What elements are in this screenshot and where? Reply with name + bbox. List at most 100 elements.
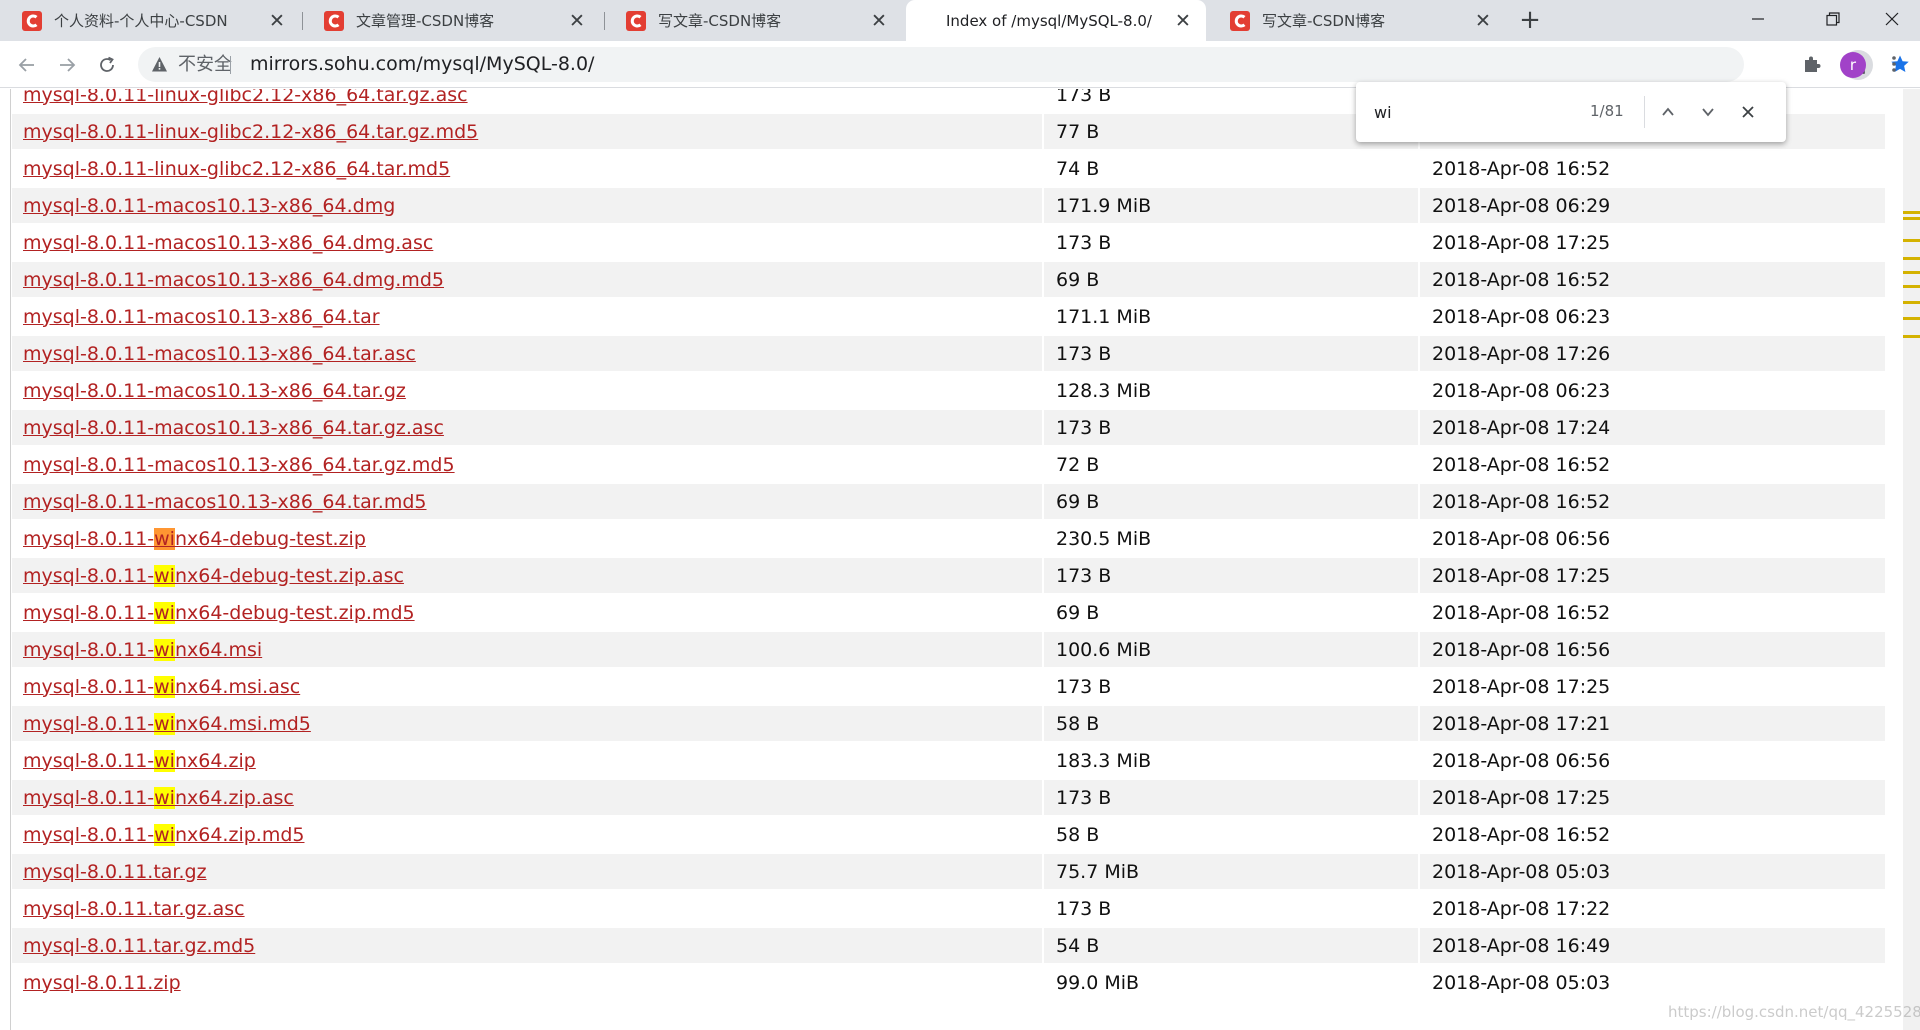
back-button[interactable] bbox=[13, 51, 41, 79]
file-link[interactable]: mysql-8.0.11.zip bbox=[23, 972, 181, 994]
file-date-cell: 2018-Apr-08 17:24 bbox=[1420, 410, 1885, 445]
file-size-cell: 171.9 MiB bbox=[1044, 188, 1418, 223]
page-scrollbar[interactable] bbox=[1903, 89, 1920, 1030]
close-window-button[interactable] bbox=[1860, 0, 1920, 38]
file-name-suffix: nx64.msi.md5 bbox=[174, 712, 311, 735]
tab-1[interactable]: 文章管理-CSDN博客 ✕ bbox=[302, 0, 600, 41]
page-content: mysql-8.0.11-linux-glibc2.12-x86_64.tar.… bbox=[0, 89, 1903, 1030]
file-link[interactable]: mysql-8.0.11-winx64-debug-test.zip.md5 bbox=[23, 601, 415, 624]
file-name-suffix: nx64.msi.asc bbox=[174, 675, 301, 698]
file-link[interactable]: mysql-8.0.11-winx64.msi bbox=[23, 638, 262, 661]
file-link[interactable]: mysql-8.0.11-winx64-debug-test.zip.asc bbox=[23, 564, 404, 587]
file-link[interactable]: mysql-8.0.11-winx64.msi.md5 bbox=[23, 712, 311, 735]
file-name-cell: mysql-8.0.11-macos10.13-x86_64.dmg.md5 bbox=[12, 262, 1042, 297]
table-row: mysql-8.0.11-macos10.13-x86_64.tar.gz.md… bbox=[12, 447, 1885, 482]
file-link[interactable]: mysql-8.0.11-linux-glibc2.12-x86_64.tar.… bbox=[23, 89, 468, 106]
file-link[interactable]: mysql-8.0.11-linux-glibc2.12-x86_64.tar.… bbox=[23, 121, 478, 143]
tab-0[interactable]: 个人资料-个人中心-CSDN ✕ bbox=[0, 0, 300, 41]
file-date-cell: 2018-Apr-08 17:21 bbox=[1420, 706, 1885, 741]
find-match-marker bbox=[1903, 257, 1920, 260]
file-name-prefix: mysql-8.0.11-linux-glibc2.12-x86_64.tar.… bbox=[23, 120, 479, 143]
table-row: mysql-8.0.11-macos10.13-x86_64.tar.md5 69… bbox=[12, 484, 1885, 519]
file-size-cell: 173 B bbox=[1056, 675, 1112, 698]
file-date-cell: 2018-Apr-08 17:25 bbox=[1420, 780, 1885, 815]
file-link[interactable]: mysql-8.0.11.tar.gz.md5 bbox=[23, 935, 255, 957]
file-link[interactable]: mysql-8.0.11-macos10.13-x86_64.tar.gz.as… bbox=[23, 417, 444, 439]
restore-button[interactable] bbox=[1801, 0, 1865, 38]
file-name-cell: mysql-8.0.11-macos10.13-x86_64.tar.md5 bbox=[12, 484, 1042, 519]
find-bar: 1/81 bbox=[1356, 82, 1786, 142]
file-link[interactable]: mysql-8.0.11-winx64.zip.asc bbox=[23, 786, 294, 809]
file-link[interactable]: mysql-8.0.11-macos10.13-x86_64.tar.md5 bbox=[23, 491, 427, 513]
table-row: mysql-8.0.11-macos10.13-x86_64.dmg.asc 17… bbox=[12, 225, 1885, 260]
browser-menu-button[interactable] bbox=[1880, 50, 1908, 78]
tab-close-icon[interactable]: ✕ bbox=[1472, 10, 1494, 32]
tab-close-icon[interactable]: ✕ bbox=[868, 10, 890, 32]
minimize-button[interactable] bbox=[1726, 0, 1790, 38]
file-link[interactable]: mysql-8.0.11-macos10.13-x86_64.tar.asc bbox=[23, 343, 416, 365]
file-name-prefix: mysql-8.0.11.tar.gz.asc bbox=[23, 897, 245, 920]
tab-close-icon[interactable]: ✕ bbox=[1172, 10, 1194, 32]
restore-icon bbox=[1826, 12, 1840, 26]
security-separator bbox=[230, 56, 231, 74]
tab-3[interactable]: Index of /mysql/MySQL-8.0/ ✕ bbox=[906, 0, 1206, 41]
tab-4[interactable]: 写文章-CSDN博客 ✕ bbox=[1208, 0, 1506, 41]
address-bar[interactable]: 不安全 mirrors.sohu.com/mysql/MySQL-8.0/ bbox=[138, 47, 1909, 82]
tab-close-icon[interactable]: ✕ bbox=[266, 10, 288, 32]
file-link[interactable]: mysql-8.0.11-macos10.13-x86_64.dmg bbox=[23, 195, 395, 217]
file-size-cell: 173 B bbox=[1044, 558, 1418, 593]
profile-avatar[interactable]: r bbox=[1840, 52, 1866, 78]
file-name-prefix: mysql-8.0.11- bbox=[23, 749, 155, 772]
file-link[interactable]: mysql-8.0.11.tar.gz bbox=[23, 861, 207, 883]
file-date-cell: 2018-Apr-08 16:49 bbox=[1420, 928, 1885, 963]
file-name-suffix: nx64-debug-test.zip.md5 bbox=[174, 601, 415, 624]
file-size-cell: 100.6 MiB bbox=[1044, 632, 1418, 667]
find-match-marker bbox=[1903, 335, 1920, 338]
file-date-cell: 2018-Apr-08 17:26 bbox=[1420, 336, 1885, 371]
security-label[interactable]: 不安全 bbox=[178, 54, 232, 76]
file-size-cell: 54 B bbox=[1044, 928, 1418, 963]
file-name-prefix: mysql-8.0.11-macos10.13-x86_64.tar bbox=[23, 305, 380, 328]
file-link[interactable]: mysql-8.0.11-macos10.13-x86_64.tar.gz.md… bbox=[23, 454, 455, 476]
warning-triangle-icon[interactable] bbox=[151, 56, 168, 73]
file-link[interactable]: mysql-8.0.11-winx64.zip bbox=[23, 749, 256, 772]
file-date-cell: 2018-Apr-08 05:03 bbox=[1432, 971, 1611, 994]
table-row: mysql-8.0.11-macos10.13-x86_64.tar.gz 128… bbox=[12, 373, 1885, 408]
table-row: mysql-8.0.11-winx64.zip 183.3 MiB 2018-Apr… bbox=[12, 743, 1885, 778]
url-text[interactable]: mirrors.sohu.com/mysql/MySQL-8.0/ bbox=[250, 53, 594, 76]
file-name-suffix: nx64.zip bbox=[174, 749, 256, 772]
find-match-marker bbox=[1903, 301, 1920, 304]
browser-toolbar: 不安全 mirrors.sohu.com/mysql/MySQL-8.0/ bbox=[0, 41, 1920, 88]
file-date-cell: 2018-Apr-08 17:25 bbox=[1432, 675, 1611, 698]
forward-button[interactable] bbox=[53, 51, 81, 79]
table-row: mysql-8.0.11-linux-glibc2.12-x86_64.tar.… bbox=[12, 151, 1885, 186]
file-size-cell: 173 B bbox=[1044, 780, 1418, 815]
file-link[interactable]: mysql-8.0.11-winx64-debug-test.zip bbox=[23, 527, 366, 550]
file-name-prefix: mysql-8.0.11-linux-glibc2.12-x86_64.tar.… bbox=[23, 157, 451, 180]
file-link[interactable]: mysql-8.0.11-linux-glibc2.12-x86_64.tar.… bbox=[23, 158, 450, 180]
file-name-cell: mysql-8.0.11-macos10.13-x86_64.tar.gz.as… bbox=[12, 410, 1042, 445]
file-date-cell: 2018-Apr-08 06:23 bbox=[1432, 305, 1611, 328]
file-link[interactable]: mysql-8.0.11-macos10.13-x86_64.dmg.asc bbox=[23, 232, 433, 254]
file-link[interactable]: mysql-8.0.11.tar.gz.asc bbox=[23, 898, 245, 920]
file-name-prefix: mysql-8.0.11.tar.gz bbox=[23, 860, 207, 883]
tab-2[interactable]: 写文章-CSDN博客 ✕ bbox=[604, 0, 902, 41]
tab-close-icon[interactable]: ✕ bbox=[566, 10, 588, 32]
table-row: mysql-8.0.11.tar.gz.md5 54 B 2018-Apr-08 1… bbox=[12, 928, 1885, 963]
file-link[interactable]: mysql-8.0.11-macos10.13-x86_64.dmg.md5 bbox=[23, 269, 444, 291]
file-link[interactable]: mysql-8.0.11-macos10.13-x86_64.tar.gz bbox=[23, 380, 406, 402]
file-link[interactable]: mysql-8.0.11-macos10.13-x86_64.tar bbox=[23, 306, 380, 328]
find-close-button[interactable] bbox=[1734, 98, 1762, 126]
file-name-prefix: mysql-8.0.11-macos10.13-x86_64.tar.gz.as… bbox=[23, 416, 444, 439]
find-previous-button[interactable] bbox=[1654, 98, 1682, 126]
new-tab-button[interactable]: + bbox=[1516, 7, 1544, 35]
file-name-cell: mysql-8.0.11-macos10.13-x86_64.tar.gz bbox=[12, 373, 1042, 408]
find-next-button[interactable] bbox=[1694, 98, 1722, 126]
file-name-prefix: mysql-8.0.11.zip bbox=[23, 971, 181, 994]
find-input[interactable] bbox=[1374, 100, 1624, 124]
file-link[interactable]: mysql-8.0.11-winx64.zip.md5 bbox=[23, 823, 304, 846]
find-match-highlight: wi bbox=[154, 712, 175, 735]
file-link[interactable]: mysql-8.0.11-winx64.msi.asc bbox=[23, 675, 301, 698]
reload-button[interactable] bbox=[93, 51, 121, 79]
extensions-button[interactable] bbox=[1798, 50, 1826, 78]
